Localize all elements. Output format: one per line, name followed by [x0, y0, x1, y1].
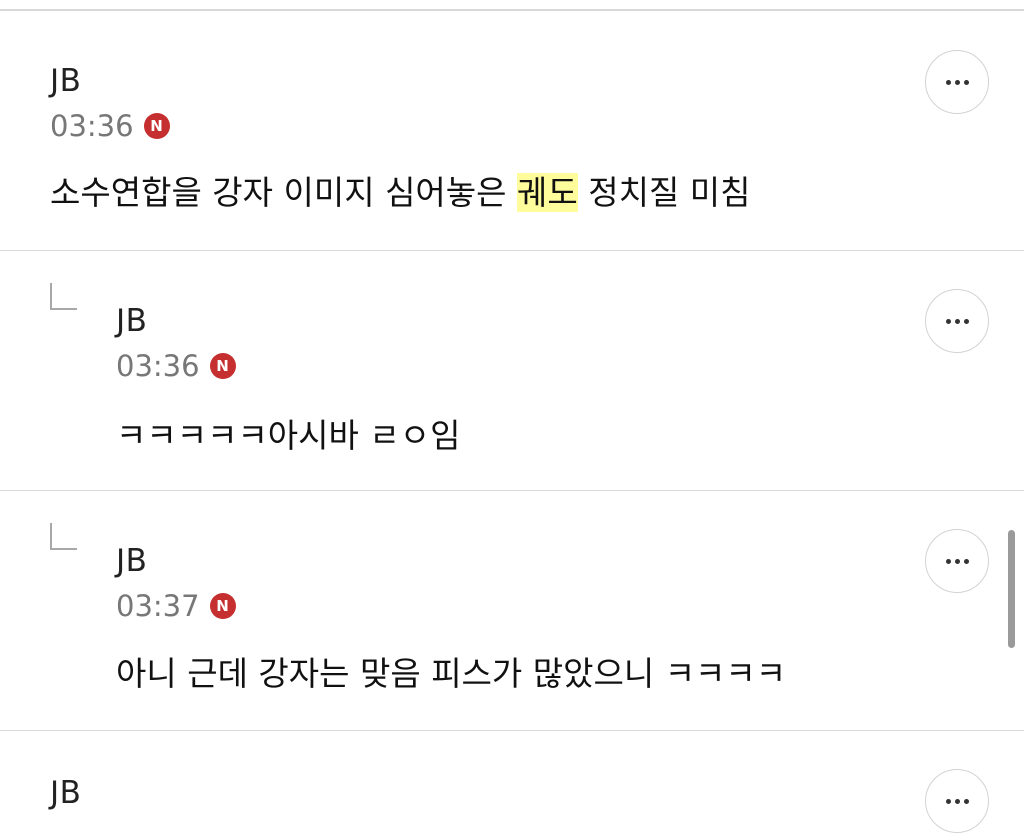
reply-item: JB 03:36 N ㅋㅋㅋㅋㅋ아시바 ㄹㅇ임: [0, 251, 1024, 491]
more-dot: [954, 318, 960, 324]
reply-arrow-icon: [50, 283, 77, 310]
more-dot: [963, 318, 969, 324]
comment-time: 03:37: [116, 589, 200, 623]
more-options-button[interactable]: [925, 50, 989, 114]
comment-text: ㅋㅋㅋㅋㅋ아시바 ㄹㅇ임: [116, 416, 461, 455]
comment-text: 아니 근데 강자는 맞음 피스가 많았으니 ㅋㅋㅋㅋ: [116, 654, 787, 693]
more-dot: [945, 79, 951, 85]
more-dot: [945, 798, 951, 804]
new-badge-icon: N: [209, 593, 236, 619]
comment-text-part: 정치질 미침: [577, 173, 751, 212]
comment-text: 소수연합을 강자 이미지 심어놓은 궤도 정치질 미침: [50, 166, 751, 214]
comment-author[interactable]: JB: [116, 303, 147, 339]
more-dot: [963, 79, 969, 85]
more-dot: [945, 318, 951, 324]
more-dot: [963, 558, 969, 564]
more-options-button[interactable]: [925, 529, 989, 593]
more-dot: [945, 558, 951, 564]
comment-meta: 03:36 N: [116, 349, 236, 383]
highlighted-keyword: 궤도: [517, 173, 578, 212]
comment-time: 03:36: [116, 349, 200, 383]
comment-item: JB 03:36 N 소수연합을 강자 이미지 심어놓은 궤도 정치질 미침: [0, 11, 1024, 251]
reply-item: JB 03:37 N 아니 근데 강자는 맞음 피스가 많았으니 ㅋㅋㅋㅋ: [0, 491, 1024, 731]
more-dot: [954, 558, 960, 564]
more-dot: [954, 798, 960, 804]
new-badge-icon: N: [209, 353, 236, 379]
comment-meta: 03:36 N: [50, 109, 170, 143]
more-options-button[interactable]: [925, 289, 989, 353]
comment-author[interactable]: JB: [50, 63, 81, 99]
comment-time: 03:36: [50, 109, 134, 143]
comment-author[interactable]: JB: [116, 543, 147, 579]
comment-text-part: 소수연합을 강자 이미지 심어놓은: [50, 173, 517, 212]
reply-item: JB: [0, 731, 1024, 833]
comment-author[interactable]: JB: [50, 775, 81, 811]
comment-meta: 03:37 N: [116, 589, 236, 623]
new-badge-icon: N: [143, 113, 170, 139]
reply-arrow-icon: [50, 523, 77, 550]
vertical-scrollbar[interactable]: [1008, 530, 1015, 648]
more-dot: [963, 798, 969, 804]
more-dot: [954, 79, 960, 85]
more-options-button[interactable]: [925, 769, 989, 833]
